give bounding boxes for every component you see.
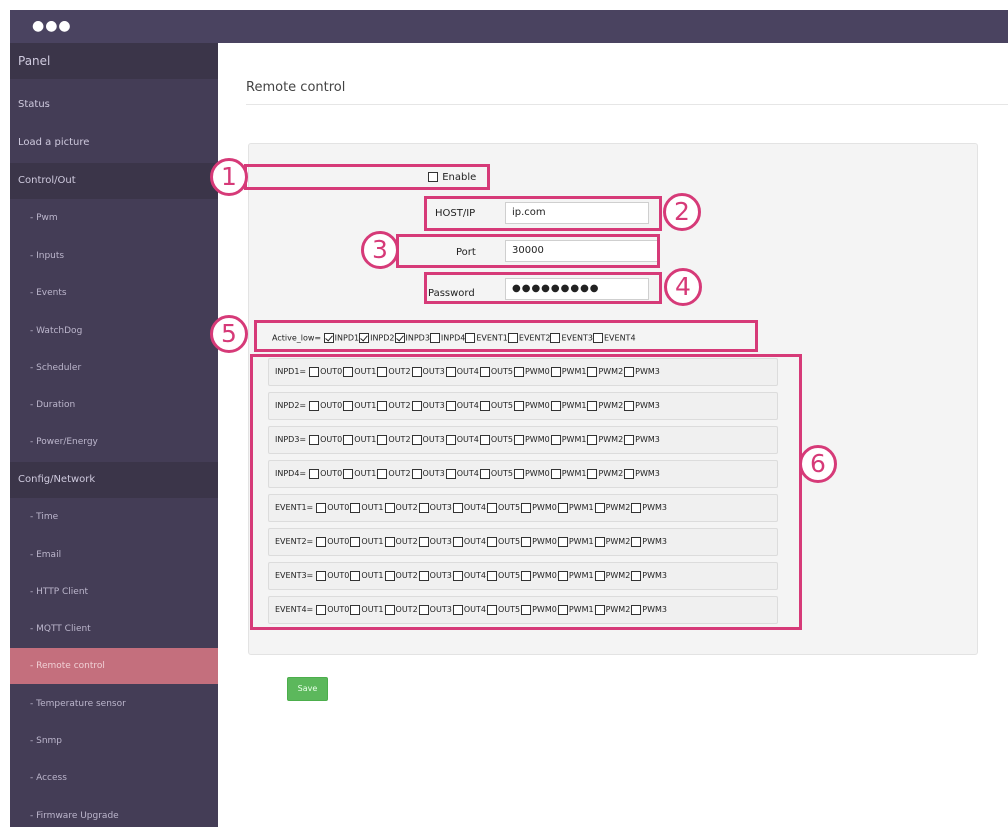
callout-box-port [396, 234, 660, 268]
callout-box-host [424, 196, 662, 231]
sidebar-item[interactable]: - MQTT Client [10, 611, 218, 647]
sidebar-item[interactable]: - Events [10, 275, 218, 311]
sidebar-item[interactable]: - HTTP Client [10, 574, 218, 610]
window-controls[interactable]: ●●● [32, 19, 72, 33]
sidebar-item[interactable]: - Time [10, 499, 218, 535]
callout-box-enable [244, 164, 490, 190]
sidebar-item[interactable]: Control/Out [10, 163, 218, 199]
sidebar-nav: Panel Status Load a picture Control/Out - Pw… [10, 43, 218, 827]
sidebar-item[interactable]: - Firmware Upgrade [10, 798, 218, 834]
sidebar-item[interactable]: - Remote control [10, 648, 218, 684]
page-title: Remote control [246, 80, 346, 95]
sidebar-item[interactable]: - Email [10, 537, 218, 573]
sidebar-item[interactable]: Config/Network [10, 462, 218, 498]
sidebar-item[interactable]: - Inputs [10, 238, 218, 274]
sidebar-item[interactable]: - Temperature sensor [10, 686, 218, 722]
callout-number-6: 6 [799, 445, 837, 483]
sidebar-item[interactable]: - Power/Energy [10, 424, 218, 460]
callout-number-4: 4 [664, 268, 702, 306]
sidebar-item: Panel [10, 43, 218, 79]
callout-box-password [424, 272, 662, 304]
sidebar-item[interactable]: - Snmp [10, 723, 218, 759]
callout-number-5: 5 [210, 315, 248, 353]
sidebar-item[interactable]: - WatchDog [10, 313, 218, 349]
sidebar-item[interactable]: Load a picture [10, 125, 218, 161]
callout-number-3: 3 [361, 231, 399, 269]
title-divider [246, 104, 1008, 105]
sidebar-item[interactable]: - Scheduler [10, 350, 218, 386]
callout-number-1: 1 [210, 158, 248, 196]
sidebar-item[interactable]: - Duration [10, 387, 218, 423]
window-titlebar: ●●● [10, 10, 1008, 43]
callout-box-active-low [254, 320, 758, 352]
sidebar-item[interactable]: - Access [10, 760, 218, 796]
callout-box-mappings [250, 354, 802, 630]
save-button[interactable]: Save [287, 677, 328, 701]
callout-number-2: 2 [663, 193, 701, 231]
sidebar-item[interactable]: Status [10, 87, 218, 123]
sidebar-item[interactable]: - Pwm [10, 200, 218, 236]
